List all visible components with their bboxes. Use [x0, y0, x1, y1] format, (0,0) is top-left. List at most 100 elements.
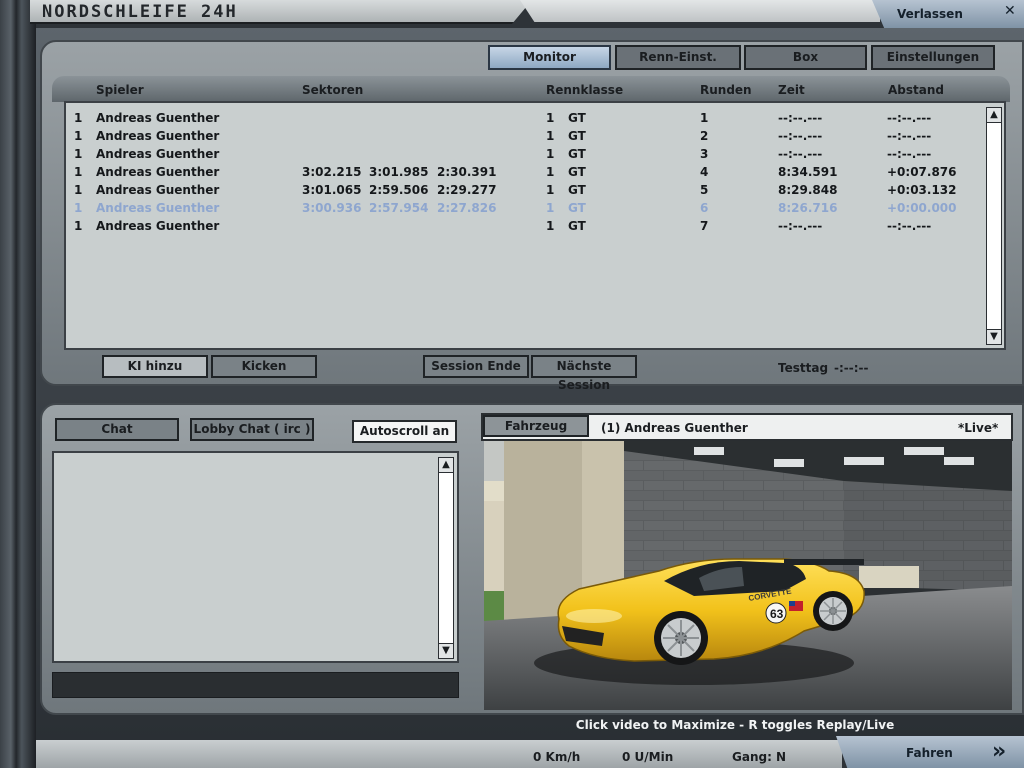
cell-pos: 1 — [74, 165, 83, 179]
cell-s3: 2:30.391 — [437, 165, 497, 179]
chat-scrollbar[interactable]: ▲ ▼ — [438, 457, 454, 659]
cell-s2: 3:01.985 — [369, 165, 429, 179]
cell-name: Andreas Guenther — [96, 201, 220, 215]
session-status-label: Testtag — [778, 361, 829, 375]
cell-time: 8:26.716 — [778, 201, 838, 215]
cell-s1: 3:02.215 — [302, 165, 362, 179]
table-row[interactable]: 1 Andreas Guenther 3:02.215 3:01.985 2:30.39… — [66, 165, 978, 183]
kick-button[interactable]: Kicken — [211, 355, 317, 378]
add-ai-button[interactable]: KI hinzu — [102, 355, 208, 378]
title-bar: NORDSCHLEIFE 24H — [30, 0, 532, 24]
double-chevron-right-icon[interactable]: » — [992, 739, 1006, 764]
header-time: Zeit — [778, 83, 805, 97]
cell-lap: 3 — [700, 147, 709, 161]
scroll-up-icon[interactable]: ▲ — [438, 457, 454, 473]
cell-cls-num: 1 — [546, 129, 555, 143]
results-header-bar — [52, 76, 1010, 102]
header-player: Spieler — [96, 83, 144, 97]
header-gap: Abstand — [888, 83, 944, 97]
cell-cls-num: 1 — [546, 201, 555, 215]
cell-time: --:--.--- — [778, 147, 823, 161]
rpm-readout: 0 U/Min — [622, 750, 674, 764]
cell-time: --:--.--- — [778, 129, 823, 143]
cell-s3: 2:27.826 — [437, 201, 497, 215]
table-row[interactable]: 1 Andreas Guenther 3:00.936 2:57.954 2:27.82… — [66, 201, 978, 219]
garage-scene: 63 CORVETTE — [484, 441, 1012, 710]
cell-name: Andreas Guenther — [96, 147, 220, 161]
chat-input[interactable] — [52, 672, 459, 698]
cell-pos: 1 — [74, 129, 83, 143]
tab-box[interactable]: Box — [744, 45, 867, 70]
video-preview[interactable]: 63 CORVETTE — [484, 441, 1012, 710]
cell-cls: GT — [568, 183, 586, 197]
title-bar-extension — [520, 0, 880, 22]
cell-lap: 7 — [700, 219, 709, 233]
cell-name: Andreas Guenther — [96, 219, 220, 233]
cell-s3: 2:29.277 — [437, 183, 497, 197]
results-table: 1 Andreas Guenther 1 GT 1 --:--.--- --:--.--- 1… — [64, 101, 1006, 350]
cell-cls-num: 1 — [546, 147, 555, 161]
chat-tab-button[interactable]: Chat — [55, 418, 179, 441]
lobby-chat-button[interactable]: Lobby Chat ( irc ) — [190, 418, 314, 441]
cell-time: --:--.--- — [778, 219, 823, 233]
cell-pos: 1 — [74, 147, 83, 161]
cell-s2: 2:59.506 — [369, 183, 429, 197]
scroll-down-icon[interactable]: ▼ — [986, 329, 1002, 345]
cell-gap: --:--.--- — [887, 111, 932, 125]
car-number: 63 — [770, 607, 784, 621]
cell-cls: GT — [568, 111, 586, 125]
cell-lap: 6 — [700, 201, 709, 215]
header-laps: Runden — [700, 83, 752, 97]
cell-lap: 2 — [700, 129, 709, 143]
speed-readout: 0 Km/h — [533, 750, 581, 764]
cell-cls-num: 1 — [546, 183, 555, 197]
autoscroll-toggle[interactable]: Autoscroll an — [352, 420, 457, 443]
header-class: Rennklasse — [546, 83, 624, 97]
cell-cls-num: 1 — [546, 219, 555, 233]
cell-gap: +0:00.000 — [887, 201, 957, 215]
scroll-up-icon[interactable]: ▲ — [986, 107, 1002, 123]
cell-gap: +0:07.876 — [887, 165, 957, 179]
next-session-button[interactable]: Nächste Session — [531, 355, 637, 392]
cell-time: 8:34.591 — [778, 165, 838, 179]
cell-cls: GT — [568, 219, 586, 233]
cell-gap: +0:03.132 — [887, 183, 957, 197]
cell-pos: 1 — [74, 183, 83, 197]
close-icon[interactable]: ✕ — [1004, 3, 1016, 19]
table-row[interactable]: 1 Andreas Guenther 3:01.065 2:59.506 2:29.27… — [66, 183, 978, 201]
session-status-value: -:--:-- — [834, 361, 869, 375]
video-hint: Click video to Maximize - R toggles Repl… — [575, 718, 895, 732]
vehicle-mode: *Live* — [958, 421, 999, 435]
telemetry-bar — [36, 740, 842, 768]
table-row[interactable]: 1 Andreas Guenther 1 GT 7 --:--.--- --:--.--- — [66, 219, 978, 237]
tab-monitor[interactable]: Monitor — [488, 45, 611, 70]
cell-name: Andreas Guenther — [96, 165, 220, 179]
cell-s1: 3:01.065 — [302, 183, 362, 197]
cell-gap: --:--.--- — [887, 219, 932, 233]
cell-lap: 1 — [700, 111, 709, 125]
header-sectors: Sektoren — [302, 83, 364, 97]
drive-label[interactable]: Fahren — [906, 746, 953, 760]
cell-gap: --:--.--- — [887, 129, 932, 143]
cell-name: Andreas Guenther — [96, 129, 220, 143]
gear-readout: Gang: N — [732, 750, 787, 764]
table-row[interactable]: 1 Andreas Guenther 1 GT 1 --:--.--- --:--.--- — [66, 111, 978, 129]
cell-cls: GT — [568, 129, 586, 143]
tab-settings[interactable]: Einstellungen — [871, 45, 995, 70]
cell-name: Andreas Guenther — [96, 111, 220, 125]
vehicle-button[interactable]: Fahrzeug — [483, 415, 589, 437]
table-row[interactable]: 1 Andreas Guenther 1 GT 2 --:--.--- --:--.--- — [66, 129, 978, 147]
window-title: NORDSCHLEIFE 24H — [42, 2, 238, 22]
exit-label[interactable]: Verlassen — [897, 7, 963, 21]
background-strip — [0, 0, 36, 768]
cell-s2: 2:57.954 — [369, 201, 429, 215]
cell-cls: GT — [568, 165, 586, 179]
scroll-down-icon[interactable]: ▼ — [438, 643, 454, 659]
cell-time: 8:29.848 — [778, 183, 838, 197]
cell-lap: 4 — [700, 165, 709, 179]
tab-race-settings[interactable]: Renn-Einst. — [615, 45, 741, 70]
table-row[interactable]: 1 Andreas Guenther 1 GT 3 --:--.--- --:--.--- — [66, 147, 978, 165]
end-session-button[interactable]: Session Ende — [423, 355, 529, 378]
cell-name: Andreas Guenther — [96, 183, 220, 197]
results-scrollbar[interactable]: ▲ ▼ — [986, 107, 1002, 345]
